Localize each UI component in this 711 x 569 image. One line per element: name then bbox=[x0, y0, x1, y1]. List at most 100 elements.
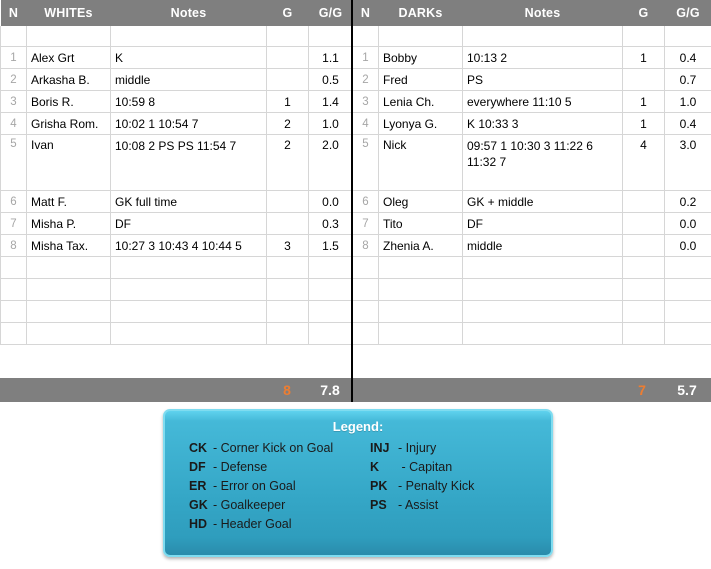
cell-goals[interactable] bbox=[622, 212, 665, 235]
table-row[interactable]: 2 Arkasha B. middle 0.5 bbox=[0, 68, 353, 91]
empty-cell[interactable] bbox=[26, 322, 111, 345]
empty-row[interactable] bbox=[352, 322, 711, 345]
cell-goals[interactable]: 1 bbox=[622, 112, 665, 135]
empty-cell[interactable] bbox=[26, 300, 111, 323]
table-row[interactable]: 6 Matt F. GK full time 0.0 bbox=[0, 190, 353, 213]
empty-cell[interactable] bbox=[266, 300, 309, 323]
cell-goals[interactable]: 3 bbox=[266, 234, 309, 257]
cell-goals[interactable] bbox=[622, 68, 665, 91]
table-row[interactable]: 5 Nick 09:57 1 10:30 3 11:22 6 11:32 7 4 3.0 bbox=[352, 134, 711, 191]
cell-player-name[interactable]: Lenia Ch. bbox=[378, 90, 463, 113]
cell-notes[interactable]: K 10:33 3 bbox=[462, 112, 623, 135]
cell-player-name[interactable]: Misha P. bbox=[26, 212, 111, 235]
table-row[interactable]: 7 Misha P. DF 0.3 bbox=[0, 212, 353, 235]
empty-row[interactable] bbox=[0, 300, 353, 323]
empty-cell[interactable] bbox=[664, 256, 711, 279]
empty-row[interactable] bbox=[0, 322, 353, 345]
empty-cell[interactable] bbox=[0, 256, 27, 279]
cell-player-name[interactable]: Misha Tax. bbox=[26, 234, 111, 257]
cell-player-name[interactable]: Nick bbox=[378, 134, 463, 191]
empty-row[interactable] bbox=[352, 278, 711, 301]
empty-cell[interactable] bbox=[266, 256, 309, 279]
empty-cell[interactable] bbox=[378, 300, 463, 323]
cell-goals[interactable] bbox=[266, 46, 309, 69]
cell-notes[interactable]: DF bbox=[462, 212, 623, 235]
cell-notes[interactable]: K bbox=[110, 46, 267, 69]
cell-notes[interactable]: GK full time bbox=[110, 190, 267, 213]
table-row[interactable]: 8 Misha Tax. 10:27 3 10:43 4 10:44 5 3 1.5 bbox=[0, 234, 353, 257]
empty-cell[interactable] bbox=[0, 278, 27, 301]
cell-goals[interactable]: 1 bbox=[622, 90, 665, 113]
cell-player-name[interactable]: Boris R. bbox=[26, 90, 111, 113]
table-row[interactable]: 4 Grisha Rom. 10:02 1 10:54 7 2 1.0 bbox=[0, 112, 353, 135]
empty-cell[interactable] bbox=[352, 256, 379, 279]
cell-goals[interactable]: 2 bbox=[266, 134, 309, 191]
empty-cell[interactable] bbox=[308, 322, 353, 345]
cell-player-name[interactable]: Tito bbox=[378, 212, 463, 235]
cell-player-name[interactable]: Bobby bbox=[378, 46, 463, 69]
cell-notes[interactable]: GK + middle bbox=[462, 190, 623, 213]
empty-cell[interactable] bbox=[462, 256, 623, 279]
table-row[interactable]: 7 Tito DF 0.0 bbox=[352, 212, 711, 235]
cell-notes[interactable]: middle bbox=[110, 68, 267, 91]
cell-goals[interactable] bbox=[266, 68, 309, 91]
table-row[interactable]: 1 Bobby 10:13 2 1 0.4 bbox=[352, 46, 711, 69]
cell-player-name[interactable]: Oleg bbox=[378, 190, 463, 213]
cell-goals[interactable] bbox=[622, 190, 665, 213]
cell-notes[interactable]: middle bbox=[462, 234, 623, 257]
empty-cell[interactable] bbox=[462, 300, 623, 323]
empty-cell[interactable] bbox=[0, 322, 27, 345]
cell-player-name[interactable]: Alex Grt bbox=[26, 46, 111, 69]
empty-cell[interactable] bbox=[378, 322, 463, 345]
cell-goals[interactable] bbox=[622, 234, 665, 257]
empty-cell[interactable] bbox=[26, 256, 111, 279]
table-row[interactable]: 1 Alex Grt K 1.1 bbox=[0, 46, 353, 69]
empty-cell[interactable] bbox=[664, 300, 711, 323]
cell-player-name[interactable]: Lyonya G. bbox=[378, 112, 463, 135]
empty-cell[interactable] bbox=[622, 300, 665, 323]
table-row[interactable]: 2 Fred PS 0.7 bbox=[352, 68, 711, 91]
table-row[interactable]: 3 Lenia Ch. everywhere 11:10 5 1 1.0 bbox=[352, 90, 711, 113]
empty-row[interactable] bbox=[352, 300, 711, 323]
cell-player-name[interactable]: Zhenia A. bbox=[378, 234, 463, 257]
cell-notes[interactable]: 10:02 1 10:54 7 bbox=[110, 112, 267, 135]
empty-row[interactable] bbox=[0, 278, 353, 301]
table-row[interactable]: 3 Boris R. 10:59 8 1 1.4 bbox=[0, 90, 353, 113]
cell-notes[interactable]: DF bbox=[110, 212, 267, 235]
empty-cell[interactable] bbox=[622, 322, 665, 345]
empty-cell[interactable] bbox=[110, 256, 267, 279]
empty-cell[interactable] bbox=[308, 256, 353, 279]
cell-player-name[interactable]: Fred bbox=[378, 68, 463, 91]
cell-notes[interactable]: 10:59 8 bbox=[110, 90, 267, 113]
cell-goals[interactable]: 1 bbox=[266, 90, 309, 113]
empty-cell[interactable] bbox=[110, 278, 267, 301]
empty-cell[interactable] bbox=[266, 278, 309, 301]
empty-cell[interactable] bbox=[622, 256, 665, 279]
empty-cell[interactable] bbox=[308, 300, 353, 323]
cell-notes[interactable]: 10:08 2 PS PS 11:54 7 bbox=[110, 134, 267, 191]
empty-cell[interactable] bbox=[622, 278, 665, 301]
empty-row[interactable] bbox=[352, 256, 711, 279]
cell-player-name[interactable]: Grisha Rom. bbox=[26, 112, 111, 135]
empty-row[interactable] bbox=[0, 256, 353, 279]
table-row[interactable]: 5 Ivan 10:08 2 PS PS 11:54 7 2 2.0 bbox=[0, 134, 353, 191]
cell-notes[interactable]: everywhere 11:10 5 bbox=[462, 90, 623, 113]
empty-cell[interactable] bbox=[266, 322, 309, 345]
cell-notes[interactable]: 09:57 1 10:30 3 11:22 6 11:32 7 bbox=[462, 134, 623, 191]
empty-cell[interactable] bbox=[664, 322, 711, 345]
cell-goals[interactable]: 1 bbox=[622, 46, 665, 69]
cell-notes[interactable]: 10:13 2 bbox=[462, 46, 623, 69]
cell-player-name[interactable]: Ivan bbox=[26, 134, 111, 191]
empty-cell[interactable] bbox=[352, 278, 379, 301]
empty-cell[interactable] bbox=[462, 278, 623, 301]
empty-cell[interactable] bbox=[308, 278, 353, 301]
empty-cell[interactable] bbox=[664, 278, 711, 301]
cell-goals[interactable]: 2 bbox=[266, 112, 309, 135]
cell-notes[interactable]: 10:27 3 10:43 4 10:44 5 bbox=[110, 234, 267, 257]
table-row[interactable]: 4 Lyonya G. K 10:33 3 1 0.4 bbox=[352, 112, 711, 135]
empty-cell[interactable] bbox=[378, 278, 463, 301]
empty-cell[interactable] bbox=[110, 322, 267, 345]
empty-cell[interactable] bbox=[0, 300, 27, 323]
table-row[interactable]: 6 Oleg GK + middle 0.2 bbox=[352, 190, 711, 213]
cell-player-name[interactable]: Arkasha B. bbox=[26, 68, 111, 91]
